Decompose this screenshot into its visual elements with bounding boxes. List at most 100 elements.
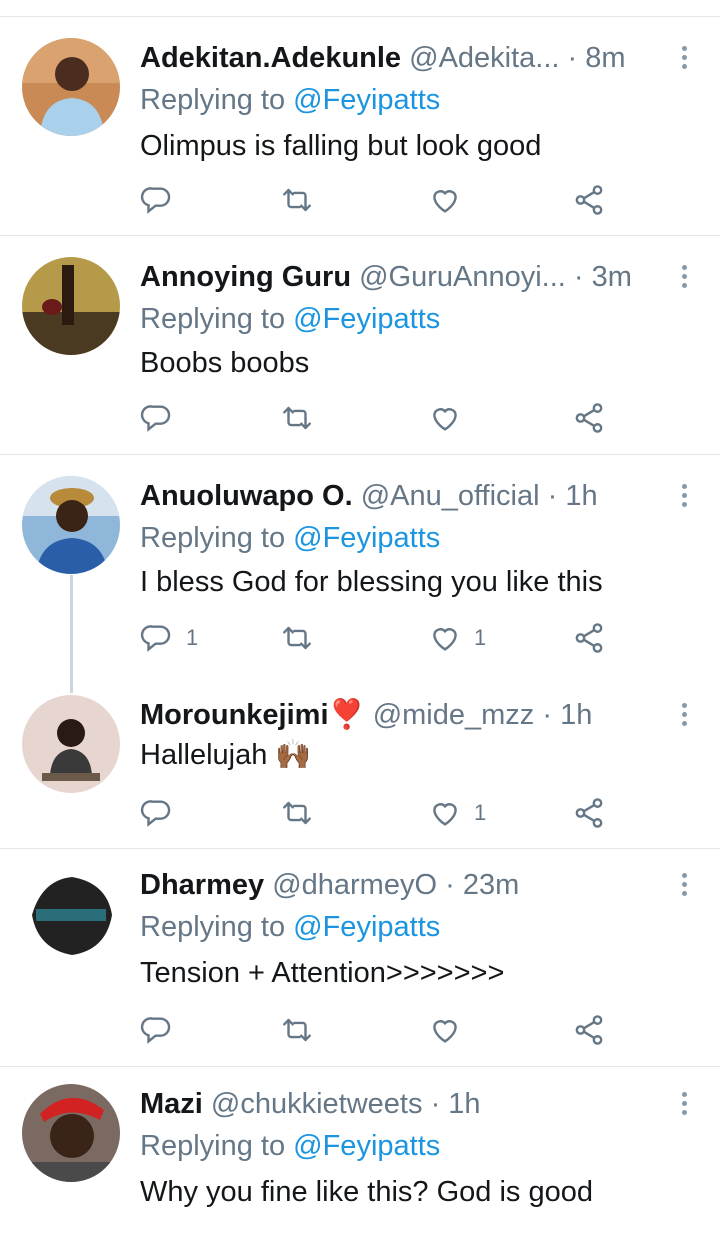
replying-to: Replying to @Feyipatts — [140, 518, 440, 558]
share-button[interactable] — [572, 398, 606, 438]
retweet-button[interactable] — [280, 180, 314, 220]
separator-dot: · — [573, 261, 584, 293]
avatar[interactable] — [22, 257, 120, 355]
tweet-header: Anuoluwapo O. @Anu_official · 1h — [140, 476, 660, 516]
tweet-text: Why you fine like this? God is good — [140, 1176, 593, 1208]
heart-icon — [433, 190, 457, 213]
replying-to: Replying to @Feyipatts — [140, 907, 440, 947]
heart-icon — [433, 628, 457, 651]
retweet-icon — [283, 801, 311, 825]
display-name[interactable]: Mazi — [140, 1088, 203, 1120]
more-vertical-icon[interactable] — [674, 873, 694, 903]
display-name[interactable]: Annoying Guru — [140, 261, 351, 293]
tweet[interactable]: Anuoluwapo O. @Anu_official · 1h Replyin… — [0, 476, 720, 672]
timestamp[interactable]: 3m — [592, 261, 632, 293]
more-vertical-icon[interactable] — [674, 1092, 694, 1122]
user-handle[interactable]: @Anu_official — [361, 480, 540, 512]
like-button[interactable] — [428, 398, 462, 438]
retweet-button[interactable] — [280, 398, 314, 438]
mention-link[interactable]: @Feyipatts — [293, 522, 440, 554]
avatar[interactable] — [22, 865, 120, 963]
tweet-actions — [140, 180, 620, 220]
timestamp[interactable]: 1h — [560, 699, 592, 731]
tweet[interactable]: Morounkejimi❣️ @mide_mzz · 1h Hallelujah… — [0, 695, 720, 841]
avatar[interactable] — [22, 38, 120, 136]
tweet[interactable]: Dharmey @dharmeyO · 23m Replying to @Fey… — [0, 865, 720, 1059]
avatar[interactable] — [22, 476, 120, 574]
separator-dot: · — [430, 1088, 441, 1120]
timestamp[interactable]: 1h — [565, 480, 597, 512]
share-button[interactable] — [572, 1010, 606, 1050]
share-icon — [575, 623, 603, 653]
reply-button[interactable] — [140, 398, 174, 438]
avatar[interactable] — [22, 695, 120, 793]
tweet-divider — [0, 454, 720, 455]
replying-to: Replying to @Feyipatts — [140, 1126, 440, 1166]
user-handle[interactable]: @GuruAnnoyi... — [359, 261, 566, 293]
retweet-button[interactable] — [280, 793, 314, 833]
retweet-icon — [283, 626, 311, 650]
tweet-actions — [140, 398, 620, 438]
like-button[interactable] — [428, 1010, 462, 1050]
avatar[interactable] — [22, 1084, 120, 1182]
reply-button[interactable] — [140, 793, 174, 833]
mention-link[interactable]: @Feyipatts — [293, 1130, 440, 1162]
tweet-text: Tension + Attention>>>>>>> — [140, 957, 505, 989]
user-handle[interactable]: @dharmeyO — [272, 869, 437, 901]
tweet-header: Morounkejimi❣️ @mide_mzz · 1h — [140, 695, 660, 735]
replying-to-label: Replying to — [140, 1130, 286, 1162]
more-vertical-icon[interactable] — [674, 703, 694, 733]
heart-icon — [433, 1020, 457, 1043]
user-handle[interactable]: @chukkietweets — [211, 1088, 423, 1120]
mention-link[interactable]: @Feyipatts — [293, 303, 440, 335]
timestamp[interactable]: 23m — [463, 869, 519, 901]
tweet-divider — [0, 235, 720, 236]
display-name[interactable]: Dharmey — [140, 869, 264, 901]
mention-link[interactable]: @Feyipatts — [293, 911, 440, 943]
share-icon — [575, 1015, 603, 1045]
retweet-button[interactable] — [280, 1010, 314, 1050]
tweet-actions — [140, 1010, 620, 1050]
user-handle[interactable]: @mide_mzz — [373, 699, 535, 731]
share-button[interactable] — [572, 180, 606, 220]
tweet-text: Olimpus is falling but look good — [140, 130, 542, 162]
tweet-divider — [0, 1066, 720, 1067]
like-button[interactable]: 1 — [428, 793, 486, 833]
more-vertical-icon[interactable] — [674, 265, 694, 295]
separator-dot: · — [542, 699, 553, 731]
mention-link[interactable]: @Feyipatts — [293, 84, 440, 116]
display-name[interactable]: Adekitan.Adekunle — [140, 42, 401, 74]
timestamp[interactable]: 1h — [448, 1088, 480, 1120]
display-name[interactable]: Anuoluwapo O. — [140, 480, 353, 512]
tweet-header: Annoying Guru @GuruAnnoyi... · 3m — [140, 257, 660, 297]
separator-dot: · — [547, 480, 558, 512]
share-button[interactable] — [572, 618, 606, 658]
reply-button[interactable] — [140, 1010, 174, 1050]
replying-to: Replying to @Feyipatts — [140, 299, 440, 339]
share-button[interactable] — [572, 793, 606, 833]
more-vertical-icon[interactable] — [674, 46, 694, 76]
retweet-button[interactable] — [280, 618, 314, 658]
tweet-header: Mazi @chukkietweets · 1h — [140, 1084, 660, 1124]
heart-icon — [433, 803, 457, 826]
reply-button[interactable] — [140, 180, 174, 220]
timestamp[interactable]: 8m — [585, 42, 625, 74]
user-handle[interactable]: @Adekita... — [409, 42, 559, 74]
replying-to-label: Replying to — [140, 303, 286, 335]
tweet[interactable]: Adekitan.Adekunle @Adekita... · 8m Reply… — [0, 38, 720, 228]
like-button[interactable] — [428, 180, 462, 220]
reply-button[interactable]: 1 — [140, 618, 198, 658]
share-icon — [575, 403, 603, 433]
like-count: 1 — [474, 625, 487, 650]
replying-to-label: Replying to — [140, 911, 286, 943]
more-vertical-icon[interactable] — [674, 484, 694, 514]
like-count: 1 — [474, 800, 487, 825]
tweet-header: Adekitan.Adekunle @Adekita... · 8m — [140, 38, 660, 78]
tweet[interactable]: Annoying Guru @GuruAnnoyi... · 3m Replyi… — [0, 257, 720, 447]
tweet[interactable]: Mazi @chukkietweets · 1h Replying to @Fe… — [0, 1084, 720, 1234]
display-name[interactable]: Morounkejimi❣️ — [140, 699, 365, 731]
like-button[interactable]: 1 — [428, 618, 486, 658]
tweet-text: Hallelujah 🙌🏾 — [140, 739, 312, 771]
tweet-text: Boobs boobs — [140, 347, 310, 379]
replying-to-label: Replying to — [140, 84, 286, 116]
